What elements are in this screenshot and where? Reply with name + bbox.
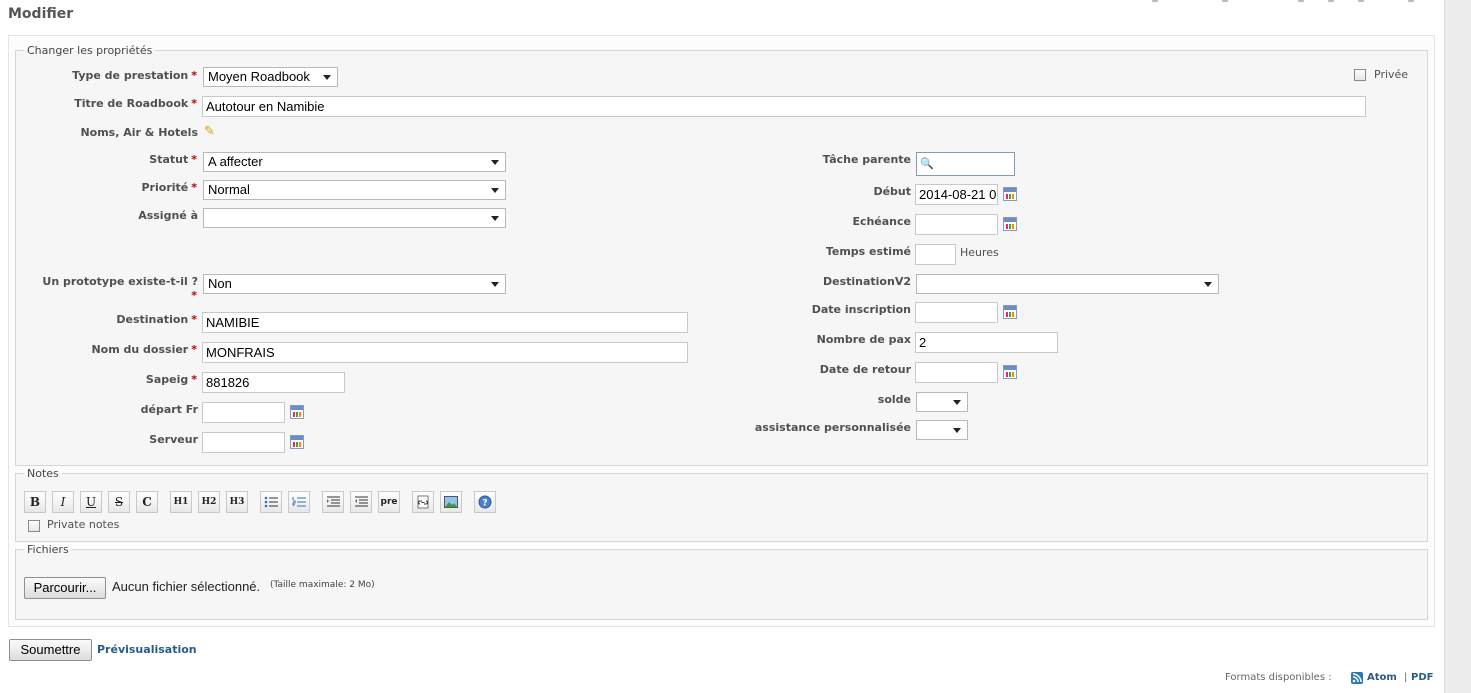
priorite-select[interactable]: Normal [203,180,506,200]
page-title: Modifier [8,6,74,22]
priorite-label: Priorité * [141,181,198,194]
chevron-down-icon [491,188,499,193]
statut-select[interactable]: A affecter [203,152,506,172]
calendar-icon[interactable] [1003,365,1017,379]
strikethrough-button[interactable]: S [108,491,130,513]
sapeig-input[interactable]: 881826 [202,372,345,393]
atom-feed-icon[interactable] [1351,672,1363,684]
preview-link[interactable]: Prévisualisation [97,643,197,656]
private-notes-checkbox[interactable] [28,520,40,532]
depart-label: départ Fr [140,403,198,416]
inscription-label: Date inscription [811,303,911,316]
top-toolbar-icons [1148,0,1418,4]
destination-input[interactable]: NAMIBIE [202,312,688,333]
chevron-down-icon [953,400,961,405]
retour-input[interactable] [915,362,998,383]
numbered-list-icon[interactable] [288,491,310,513]
chevron-down-icon [323,75,331,80]
underline-button[interactable]: U [80,491,102,513]
chevron-down-icon [491,282,499,287]
files-legend: Fichiers [27,543,69,556]
debut-label: Début [873,185,911,198]
pax-label: Nombre de pax [816,333,911,346]
heading3-button[interactable]: H3 [226,491,248,513]
debut-input[interactable]: 2014-08-21 00 [915,184,998,205]
private-checkbox[interactable] [1354,69,1366,81]
atom-link[interactable]: Atom [1367,672,1397,683]
depart-input[interactable] [202,402,285,423]
parent-search-input[interactable]: 🔍 [916,152,1015,176]
bulleted-list-icon[interactable] [260,491,282,513]
outdent-icon[interactable] [350,491,372,513]
no-file-text: Aucun fichier sélectionné. [112,579,261,594]
titre-input[interactable]: Autotour en Namibie [202,96,1366,117]
prototype-label: Un prototype existe-t-il ? [42,275,198,288]
dossier-input[interactable]: MONFRAIS [202,342,688,363]
help-icon[interactable]: ? [474,491,496,513]
calendar-icon[interactable] [1003,305,1017,319]
chevron-down-icon [1204,282,1212,287]
calendar-icon[interactable] [290,435,304,449]
link-icon[interactable] [412,491,434,513]
italic-button[interactable]: I [52,491,74,513]
pencil-edit-icon[interactable]: ✎ [204,124,215,139]
hours-unit-label: Heures [960,246,999,259]
indent-icon[interactable] [322,491,344,513]
assigne-select[interactable] [203,208,506,228]
solde-label: solde [877,393,911,406]
statut-label: Statut * [149,153,197,166]
inscription-input[interactable] [915,302,998,323]
temps-input[interactable] [915,244,956,265]
image-icon[interactable] [440,491,462,513]
code-button[interactable]: C [136,491,158,513]
private-label: Privée [1374,68,1409,81]
bold-button[interactable]: B [24,491,46,513]
parent-label: Tâche parente [822,153,911,166]
chevron-down-icon [491,216,499,221]
properties-legend: Changer les propriétés [27,44,153,57]
dossier-label: Nom du dossier * [91,343,197,356]
chevron-down-icon [491,160,499,165]
browse-button[interactable]: Parcourir... [24,577,106,599]
sapeig-label: Sapeig * [145,373,197,386]
destv2-label: DestinationV2 [822,275,911,288]
serveur-label: Serveur [149,433,198,446]
preformatted-button[interactable]: pre [378,491,400,513]
solde-select[interactable] [916,392,968,412]
max-size-text: (Taille maximale: 2 Mo) [270,580,375,590]
prestation-select[interactable]: Moyen Roadbook [203,67,338,87]
retour-label: Date de retour [819,363,911,376]
calendar-icon[interactable] [1003,187,1017,201]
echeance-label: Echéance [852,215,911,228]
calendar-icon[interactable] [1003,217,1017,231]
heading1-button[interactable]: H1 [170,491,192,513]
destination-label: Destination * [116,313,197,326]
vertical-scrollbar[interactable] [1444,0,1471,693]
pdf-link[interactable]: PDF [1411,672,1433,683]
chevron-down-icon [953,428,961,433]
submit-button[interactable]: Soumettre [9,639,92,661]
temps-label: Temps estimé [825,245,911,258]
calendar-icon[interactable] [290,405,304,419]
titre-label: Titre de Roadbook * [74,97,197,110]
pax-input[interactable]: 2 [915,332,1058,353]
prototype-select[interactable]: Non [203,274,506,294]
destv2-select[interactable] [916,274,1219,294]
heading2-button[interactable]: H2 [198,491,220,513]
footer-separator: | [1404,672,1408,683]
notes-legend: Notes [27,467,59,480]
serveur-input[interactable] [202,432,285,453]
prestation-label: Type de prestation * [72,69,197,82]
prototype-required-mark: * [191,289,197,302]
svg-text:?: ? [482,499,487,509]
private-notes-label: Private notes [47,518,120,531]
echeance-input[interactable] [915,214,998,235]
search-icon: 🔍 [920,158,934,170]
formats-label: Formats disponibles : [1225,672,1332,683]
assistance-select[interactable] [916,420,968,440]
assigne-label: Assigné à [138,209,198,222]
assistance-label: assistance personnalisée [754,421,911,434]
noms-label: Noms, Air & Hotels [80,126,198,139]
